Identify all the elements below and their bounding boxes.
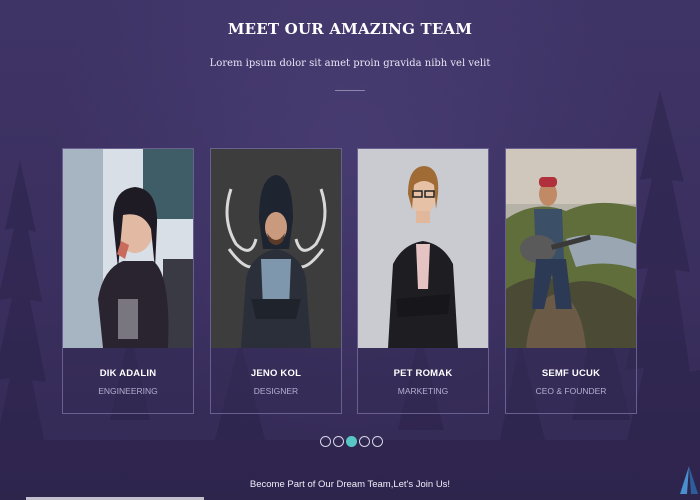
team-member-name: SEMF UCUK [541,368,601,379]
carousel-dot-active[interactable] [346,436,357,447]
team-member-photo [211,149,341,348]
join-us-cta[interactable]: Become Part of Our Dream Team,Let's Join… [0,479,700,490]
section-title: MEET OUR AMAZING TEAM [227,20,473,38]
team-member-name: PET ROMAK [393,368,453,379]
carousel-dot[interactable] [372,436,383,447]
team-member-photo [63,149,193,348]
team-card[interactable]: PET ROMAK MARKETING [357,148,489,414]
brand-logo-icon [680,466,698,494]
carousel-dot[interactable] [333,436,344,447]
team-card[interactable]: DIK ADALIN ENGINEERING [62,148,194,414]
team-card[interactable]: JENO KOL DESIGNER [210,148,342,414]
title-divider [335,90,365,91]
team-member-photo [358,149,488,348]
section-subtitle: Lorem ipsum dolor sit amet proin gravida… [209,58,491,69]
team-member-name: JENO KOL [250,368,302,379]
carousel-dot[interactable] [359,436,370,447]
team-member-role: ENGINEERING [98,386,158,396]
team-member-name: DIK ADALIN [99,368,157,379]
team-member-photo [506,149,636,348]
carousel-dot[interactable] [320,436,331,447]
team-member-role: MARKETING [397,386,449,396]
team-member-role: CEO & FOUNDER [535,386,607,396]
team-member-role: DESIGNER [253,386,299,396]
team-card[interactable]: SEMF UCUK CEO & FOUNDER [505,148,637,414]
